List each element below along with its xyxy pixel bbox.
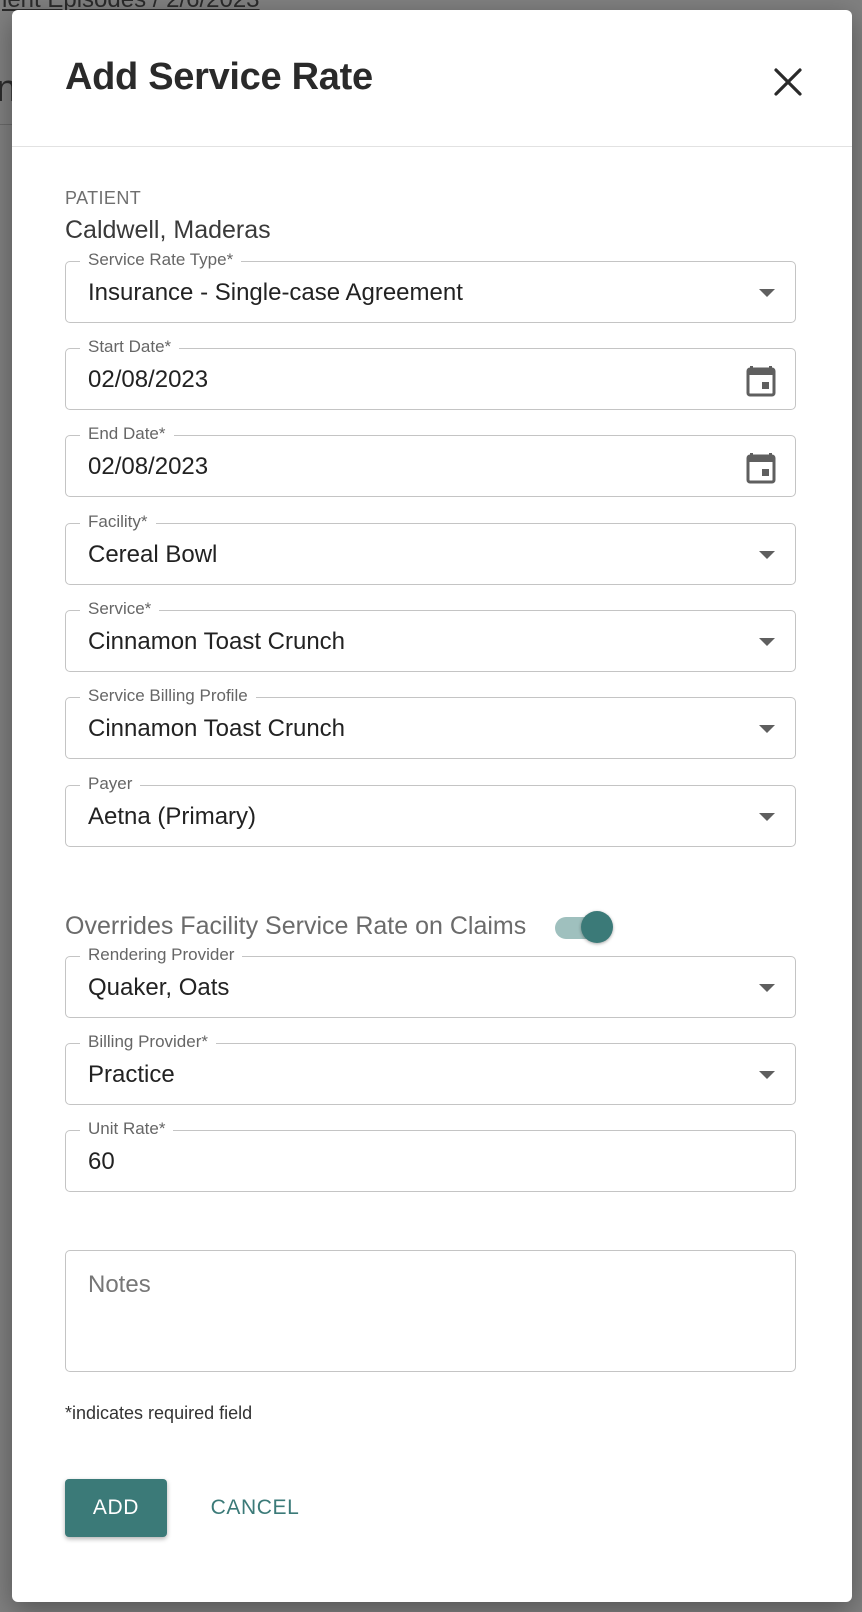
chevron-down-icon xyxy=(759,551,775,559)
dialog-title: Add Service Rate xyxy=(65,56,373,98)
facility-value: Cereal Bowl xyxy=(88,541,218,568)
service-label: Service* xyxy=(80,599,160,619)
facility-label: Facility* xyxy=(80,512,156,532)
facility-select[interactable]: Facility* Cereal Bowl xyxy=(65,512,796,585)
end-date-label: End Date* xyxy=(80,424,174,444)
service-rate-type-select[interactable]: Service Rate Type* Insurance - Single-ca… xyxy=(65,250,796,323)
close-icon xyxy=(774,68,802,96)
notes-placeholder: Notes xyxy=(88,1271,151,1298)
add-service-rate-dialog: Add Service Rate PATIENT Caldwell, Mader… xyxy=(12,10,852,1602)
override-toggle-label: Overrides Facility Service Rate on Claim… xyxy=(65,912,527,940)
rendering-provider-label: Rendering Provider xyxy=(80,945,243,965)
add-button[interactable]: ADD xyxy=(65,1479,167,1537)
toggle-thumb[interactable] xyxy=(581,911,613,943)
override-toggle-row: Overrides Facility Service Rate on Claim… xyxy=(65,908,796,948)
end-date-field[interactable]: End Date* 02/08/2023 xyxy=(65,424,796,497)
service-billing-profile-label: Service Billing Profile xyxy=(80,686,256,706)
calendar-icon[interactable] xyxy=(745,450,777,484)
service-billing-profile-value: Cinnamon Toast Crunch xyxy=(88,715,346,742)
rendering-provider-select[interactable]: Rendering Provider Quaker, Oats xyxy=(65,945,796,1018)
unit-rate-label: Unit Rate* xyxy=(80,1119,174,1139)
payer-value: Aetna (Primary) xyxy=(88,803,257,830)
start-date-field[interactable]: Start Date* 02/08/2023 xyxy=(65,337,796,410)
service-rate-type-label: Service Rate Type* xyxy=(80,250,242,270)
chevron-down-icon xyxy=(759,984,775,992)
unit-rate-input[interactable]: Unit Rate* 60 xyxy=(65,1119,796,1192)
notes-textarea[interactable]: Notes xyxy=(65,1250,796,1372)
close-button[interactable] xyxy=(768,62,808,102)
calendar-icon[interactable] xyxy=(745,363,777,397)
override-toggle-switch[interactable] xyxy=(553,910,615,944)
required-field-note: *indicates required field xyxy=(65,1403,253,1423)
service-billing-profile-select[interactable]: Service Billing Profile Cinnamon Toast C… xyxy=(65,686,796,759)
billing-provider-label: Billing Provider* xyxy=(80,1032,216,1052)
rendering-provider-value: Quaker, Oats xyxy=(88,974,230,1001)
cancel-button[interactable]: CANCEL xyxy=(195,1479,315,1537)
payer-select[interactable]: Payer Aetna (Primary) xyxy=(65,774,796,847)
start-date-label: Start Date* xyxy=(80,337,180,357)
chevron-down-icon xyxy=(759,289,775,297)
dialog-header: Add Service Rate xyxy=(12,10,852,147)
chevron-down-icon xyxy=(759,638,775,646)
end-date-value: 02/08/2023 xyxy=(88,453,209,480)
service-value: Cinnamon Toast Crunch xyxy=(88,628,346,655)
unit-rate-value[interactable]: 60 xyxy=(88,1148,115,1176)
service-select[interactable]: Service* Cinnamon Toast Crunch xyxy=(65,599,796,672)
payer-label: Payer xyxy=(80,774,141,794)
service-rate-type-value: Insurance - Single-case Agreement xyxy=(88,279,463,306)
chevron-down-icon xyxy=(759,813,775,821)
chevron-down-icon xyxy=(759,725,775,733)
chevron-down-icon xyxy=(759,1071,775,1079)
patient-name: Caldwell, Maderas xyxy=(65,216,271,244)
patient-label: PATIENT xyxy=(65,188,142,208)
billing-provider-value: Practice xyxy=(88,1061,175,1088)
start-date-value: 02/08/2023 xyxy=(88,366,209,393)
billing-provider-select[interactable]: Billing Provider* Practice xyxy=(65,1032,796,1105)
